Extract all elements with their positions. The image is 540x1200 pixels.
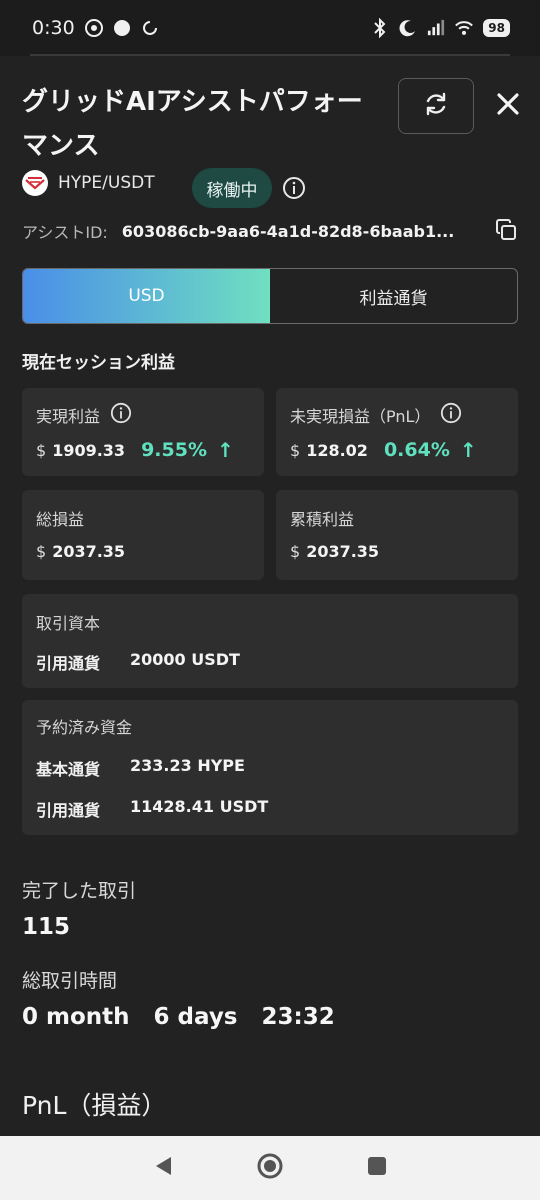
- trading-pair: HYPE/USDT: [22, 168, 155, 198]
- total-pnl-value-row: $ 2037.35: [36, 542, 125, 561]
- close-button[interactable]: [488, 86, 528, 126]
- cumulative-profit-value-row: $ 2037.35: [290, 542, 379, 561]
- total-duration-label: 総取引時間: [22, 970, 118, 992]
- status-bar-right: 98: [371, 18, 510, 38]
- base-currency-key: 基本通貨: [36, 760, 101, 779]
- duration-months: 0 month: [22, 1004, 130, 1030]
- bluetooth-icon: [371, 18, 389, 38]
- sheet-handle-divider: [30, 54, 510, 56]
- toggle-profit-currency[interactable]: 利益通貨: [270, 269, 517, 323]
- arrow-up-icon: ↑: [459, 438, 477, 462]
- currency-toggle: USD 利益通貨: [22, 268, 518, 324]
- currency-symbol: $: [36, 440, 47, 460]
- wifi-icon: [455, 19, 474, 37]
- quote-currency-value: 20000 USDT: [130, 650, 240, 669]
- system-nav-bar: [0, 1136, 540, 1200]
- unrealized-pnl-card: 未実現損益（PnL） $ 128.02 0.64% ↑: [276, 388, 518, 476]
- clock: 0:30: [32, 17, 75, 39]
- info-icon[interactable]: [440, 402, 462, 428]
- data-saver-icon: [141, 19, 159, 37]
- reserved-funds-label: 予約済み資金: [36, 718, 133, 737]
- status-bar: 0:30 98: [0, 0, 540, 56]
- battery-indicator: 98: [483, 19, 510, 37]
- info-icon[interactable]: [110, 402, 132, 428]
- chrome-icon: [84, 19, 103, 37]
- home-icon: [256, 1152, 284, 1184]
- quote-currency-key: 引用通貨: [36, 801, 101, 820]
- back-button[interactable]: [143, 1148, 183, 1188]
- completed-trades-label: 完了した取引: [22, 880, 137, 902]
- pnl-section-heading: PnL（損益）: [22, 1091, 167, 1120]
- realized-profit-card: 実現利益 $ 1909.33 9.55% ↑: [22, 388, 264, 476]
- session-profit-title: 現在セッション利益: [22, 353, 175, 373]
- unrealized-pnl-value: 128.02: [306, 440, 368, 460]
- home-button[interactable]: [250, 1148, 290, 1188]
- unrealized-pnl-value-row: $ 128.02 0.64% ↑: [290, 438, 477, 462]
- trading-capital-card: 取引資本 引用通貨 20000 USDT: [22, 594, 518, 688]
- currency-symbol: $: [290, 440, 301, 460]
- refresh-button[interactable]: [398, 78, 474, 134]
- arrow-up-icon: ↑: [216, 438, 234, 462]
- unrealized-pnl-label-row: 未実現損益（PnL）: [290, 402, 462, 428]
- cumulative-profit-value: 2037.35: [306, 542, 380, 561]
- signal-icon: [427, 19, 445, 37]
- duration-days: 6 days: [153, 1004, 238, 1030]
- copy-icon[interactable]: [494, 218, 518, 246]
- realized-profit-label-row: 実現利益: [36, 402, 132, 428]
- realized-profit-pct: 9.55%: [141, 439, 207, 461]
- capital-quote-row: 引用通貨 20000 USDT: [36, 650, 240, 674]
- quote-currency-key: 引用通貨: [36, 654, 101, 673]
- cumulative-profit-card: 累積利益 $ 2037.35: [276, 490, 518, 580]
- recents-button[interactable]: [357, 1148, 397, 1188]
- recents-icon: [367, 1156, 387, 1180]
- total-pnl-value: 2037.35: [52, 542, 126, 561]
- completed-trades-value: 115: [22, 914, 71, 940]
- cumulative-profit-label: 累積利益: [290, 510, 355, 529]
- quote-currency-value: 11428.41 USDT: [130, 797, 269, 816]
- do-not-disturb-icon: [399, 19, 417, 37]
- status-badge: 稼働中: [192, 168, 272, 208]
- total-pnl-label: 総損益: [36, 510, 85, 529]
- info-icon[interactable]: [282, 176, 306, 204]
- status-bar-left: 0:30: [32, 17, 159, 39]
- hype-token-icon: [22, 170, 48, 196]
- back-icon: [153, 1155, 173, 1181]
- base-currency-value: 233.23 HYPE: [130, 756, 245, 775]
- close-icon: [496, 92, 520, 120]
- currency-symbol: $: [290, 542, 301, 561]
- unrealized-pnl-pct: 0.64%: [383, 439, 450, 461]
- currency-symbol: $: [36, 542, 47, 561]
- realized-profit-value-row: $ 1909.33 9.55% ↑: [36, 438, 234, 462]
- assist-id: アシストID: 603086cb-9aa6-4a1d-82d8-6baab1..…: [22, 218, 454, 244]
- pair-name: HYPE/USDT: [58, 173, 155, 193]
- assist-id-label: アシストID:: [22, 223, 108, 242]
- refresh-icon: [422, 90, 450, 122]
- total-pnl-card: 総損益 $ 2037.35: [22, 490, 264, 580]
- total-duration-value: 0 month 6 days 23:32: [22, 1004, 335, 1030]
- toggle-usd[interactable]: USD: [23, 269, 270, 323]
- reserved-funds-card: 予約済み資金 基本通貨 233.23 HYPE 引用通貨 11428.41 US…: [22, 700, 518, 835]
- page-title: グリッドAIアシストパフォーマンス: [22, 87, 363, 161]
- unrealized-pnl-label: 未実現損益（PnL）: [290, 407, 431, 426]
- duration-time: 23:32: [261, 1004, 335, 1030]
- reserved-quote-row: 引用通貨 11428.41 USDT: [36, 797, 268, 821]
- reserved-base-row: 基本通貨 233.23 HYPE: [36, 756, 245, 780]
- realized-profit-label: 実現利益: [36, 407, 101, 426]
- trading-capital-label: 取引資本: [36, 614, 101, 633]
- assist-id-value: 603086cb-9aa6-4a1d-82d8-6baab1...: [121, 221, 455, 241]
- circle-icon: [113, 19, 131, 37]
- realized-profit-value: 1909.33: [52, 440, 126, 460]
